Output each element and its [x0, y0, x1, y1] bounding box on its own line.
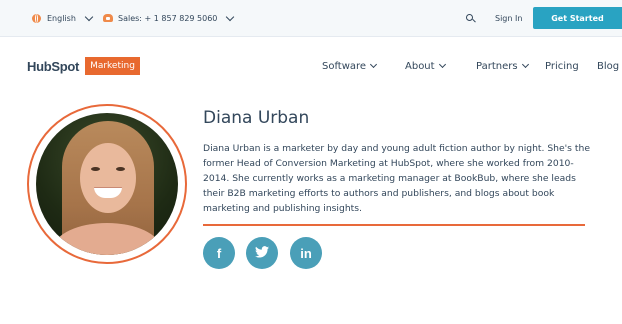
language-selector[interactable]: English: [32, 0, 94, 36]
chevron-down-icon: [370, 60, 378, 69]
utility-bar: English Sales: + 1 857 829 5060 Sign In …: [0, 0, 622, 37]
linkedin-button[interactable]: in: [290, 237, 322, 269]
sales-phone-selector[interactable]: Sales: + 1 857 829 5060: [103, 0, 235, 36]
nav-partners[interactable]: Partners: [476, 58, 529, 74]
get-started-button[interactable]: Get Started: [533, 7, 622, 29]
hubspot-logo[interactable]: HubSpot Marketing: [27, 57, 140, 75]
sales-label: Sales: + 1 857 829 5060: [118, 13, 218, 23]
twitter-button[interactable]: [246, 237, 278, 269]
logo-badge: Marketing: [85, 57, 140, 75]
chevron-down-icon: [84, 12, 94, 21]
phone-icon: [103, 14, 113, 22]
author-bio: Diana Urban is a marketer by day and you…: [203, 143, 590, 214]
twitter-icon: [255, 245, 269, 261]
nav-blog[interactable]: Blog: [597, 58, 619, 74]
nav-about-label: About: [405, 60, 435, 72]
sign-in-link[interactable]: Sign In: [495, 0, 522, 36]
search-icon: [466, 13, 475, 23]
divider: [203, 224, 585, 226]
chevron-down-icon: [438, 60, 446, 69]
search-button[interactable]: [466, 0, 475, 36]
facebook-icon: f: [216, 245, 222, 261]
nav-about[interactable]: About: [405, 58, 446, 74]
facebook-button[interactable]: f: [203, 237, 235, 269]
nav-software-label: Software: [322, 60, 367, 72]
language-label: English: [47, 13, 76, 23]
nav-pricing[interactable]: Pricing: [545, 58, 579, 74]
globe-icon: [32, 13, 41, 23]
linkedin-icon: in: [300, 245, 312, 261]
nav-partners-label: Partners: [476, 60, 518, 72]
chevron-down-icon: [226, 12, 235, 21]
author-name: Diana Urban: [203, 108, 310, 128]
nav-software[interactable]: Software: [322, 58, 378, 74]
logo-wordmark: HubSpot: [27, 58, 80, 74]
author-avatar: [36, 113, 178, 255]
chevron-down-icon: [521, 60, 529, 69]
